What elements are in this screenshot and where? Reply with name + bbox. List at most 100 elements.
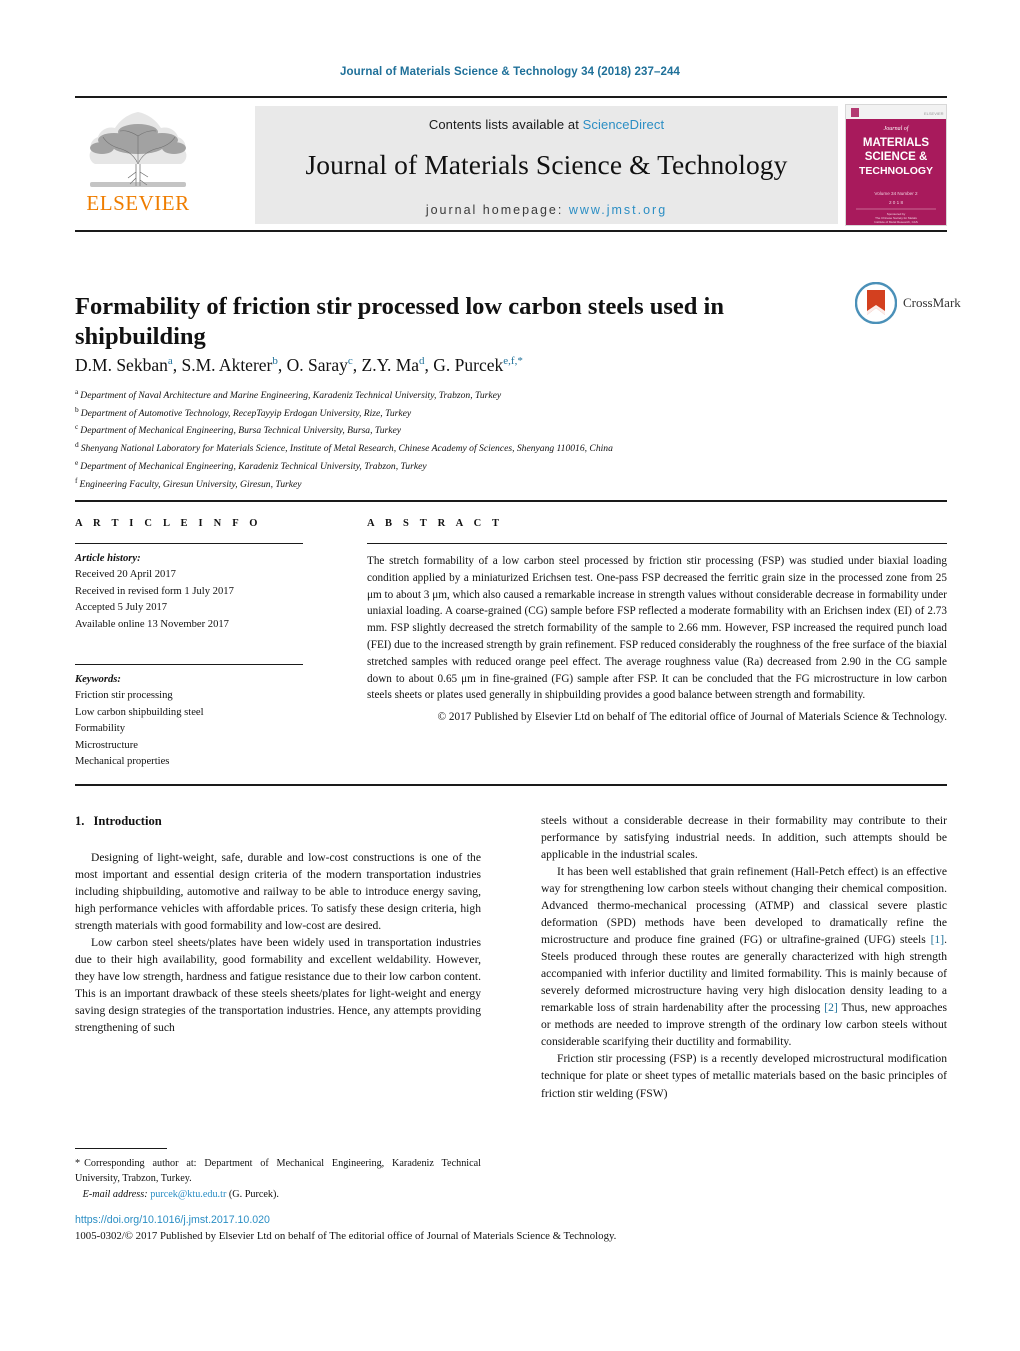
journal-cover-image: ELSEVIER Journal of MATERIALS SCIENCE & … (846, 105, 946, 225)
affiliation-mark: b (75, 404, 79, 414)
affiliation-item: f Engineering Faculty, Giresun University… (75, 475, 955, 493)
article-history-label: Article history: (75, 553, 141, 564)
keyword-item: Mechanical properties (75, 756, 170, 768)
page-title: Formability of friction stir processed l… (75, 293, 724, 351)
affiliation-mark: c (75, 422, 79, 432)
svg-text:TECHNOLOGY: TECHNOLOGY (859, 165, 933, 177)
citation-link[interactable]: [2] (824, 1001, 838, 1014)
contents-prefix: Contents lists available at (428, 117, 583, 132)
masthead-top-rule (75, 96, 947, 98)
affiliation-mark: a (75, 387, 79, 396)
article-info-column: A R T I C L E I N F O Article history: R… (75, 518, 325, 770)
affiliation-mark: e (75, 457, 79, 467)
affiliation-list: a Department of Naval Architecture and Ma… (75, 386, 955, 492)
contents-available-line: Contents lists available at ScienceDirec… (255, 106, 838, 132)
affiliation-text: Department of Mechanical Engineering, Bu… (80, 425, 402, 437)
homepage-prefix: journal homepage: (425, 203, 569, 217)
affiliation-text: Department of Mechanical Engineering, Ka… (80, 461, 427, 473)
corresponding-author-text: Corresponding author at: Department of M… (75, 1158, 481, 1185)
article-info-heading: A R T I C L E I N F O (75, 518, 262, 529)
running-head: Journal of Materials Science & Technolog… (340, 66, 680, 78)
abstract-column: A B S T R A C T The stretch formability … (367, 518, 947, 726)
section-heading: 1. Introduction (75, 812, 481, 831)
affiliation-mark: d (75, 440, 79, 450)
doi-link[interactable]: https://doi.org/10.1016/j.jmst.2017.10.0… (75, 1214, 270, 1226)
abstract-copyright: © 2017 Published by Elsevier Ltd on beha… (437, 711, 947, 724)
crossmark-label: CrossMark (903, 295, 961, 310)
elsevier-tree-icon (89, 112, 187, 187)
keyword-item: Low carbon shipbuilding steel (75, 706, 204, 718)
journal-homepage-line: journal homepage: www.jmst.org (255, 203, 838, 217)
article-page: Journal of Materials Science & Technolog… (0, 0, 1020, 1351)
keyword-item: Microstructure (75, 739, 138, 751)
history-item: Received in revised form 1 July 2017 (75, 585, 234, 597)
corresponding-author-note: * Corresponding author at: Department of … (75, 1156, 481, 1202)
paragraph-text: steels without a considerable decrease i… (541, 814, 947, 862)
section-title: Introduction (93, 814, 162, 828)
abstract-divider (367, 543, 947, 544)
svg-text:Volume 34 Number 2: Volume 34 Number 2 (874, 191, 918, 196)
svg-text:Institute of Metal Research, C: Institute of Metal Research, CAS (874, 220, 918, 224)
abstract-text: The stretch formability of a low carbon … (367, 555, 947, 702)
band-top-rule (75, 500, 947, 502)
svg-text:2 0 1 8: 2 0 1 8 (889, 200, 903, 205)
keywords-label: Keywords: (75, 674, 121, 686)
journal-title: Journal of Materials Science & Technolog… (305, 149, 788, 180)
paragraph-text: It has been well established that grain … (541, 865, 947, 947)
body-column-right: steels without a considerable decrease i… (541, 812, 947, 1102)
homepage-link[interactable]: www.jmst.org (569, 203, 667, 217)
affiliation-item: c Department of Mechanical Engineering, B… (75, 421, 955, 439)
affiliation-item: e Department of Mechanical Engineering, K… (75, 457, 955, 475)
citation-link[interactable]: [1] (931, 933, 945, 946)
body-paragraph: steels without a considerable decrease i… (541, 812, 947, 863)
affiliation-item: a Department of Naval Architecture and Ma… (75, 386, 955, 404)
footnote-rule (75, 1148, 167, 1149)
abstract-heading: A B S T R A C T (367, 518, 504, 529)
affiliation-text: Engineering Faculty, Giresun University,… (79, 478, 302, 490)
svg-text:ELSEVIER: ELSEVIER (924, 111, 944, 116)
crossmark-badge[interactable]: CrossMark (854, 281, 965, 328)
sciencedirect-link[interactable]: ScienceDirect (583, 117, 665, 132)
email-label: E-mail address: (82, 1188, 148, 1200)
journal-cover-thumbnail[interactable]: ELSEVIER Journal of MATERIALS SCIENCE & … (845, 104, 947, 226)
article-history-block: Article history: Received 20 April 2017 … (75, 551, 325, 633)
svg-text:SCIENCE &: SCIENCE & (865, 151, 928, 163)
history-item: Available online 13 November 2017 (75, 618, 229, 630)
affiliation-item: b Department of Automotive Technology, Re… (75, 404, 955, 422)
email-link[interactable]: purcek@ktu.edu.tr (150, 1189, 226, 1200)
email-line: E-mail address: purcek@ktu.edu.tr (G. Pu… (75, 1187, 481, 1202)
article-info-divider (75, 543, 303, 544)
band-bottom-rule (75, 784, 947, 786)
paragraph-text: Friction stir processing (FSP) is a rece… (541, 1052, 947, 1100)
affiliation-item: d Shenyang National Laboratory for Materi… (75, 439, 955, 457)
body-paragraph: Friction stir processing (FSP) is a rece… (541, 1050, 947, 1101)
elsevier-wordmark: ELSEVIER (86, 191, 190, 215)
masthead-bottom-rule (75, 230, 947, 232)
body-paragraph: It has been well established that grain … (541, 863, 947, 1050)
imprint-line: 1005-0302/© 2017 Published by Elsevier L… (75, 1230, 617, 1242)
masthead-center-box: Contents lists available at ScienceDirec… (255, 106, 838, 224)
svg-text:MATERIALS: MATERIALS (863, 137, 930, 149)
history-item: Received 20 April 2017 (75, 569, 176, 581)
svg-text:Journal of: Journal of (884, 125, 910, 132)
email-suffix: (G. Purcek). (228, 1188, 279, 1200)
affiliation-mark: f (75, 475, 78, 485)
affiliation-text: Department of Naval Architecture and Mar… (80, 390, 502, 402)
body-paragraph: Designing of light-weight, safe, durable… (75, 850, 481, 932)
affiliation-text: Department of Automotive Technology, Rec… (80, 407, 412, 419)
keyword-item: Formability (75, 723, 126, 735)
keywords-block: Keywords: Friction stir processing Low c… (75, 672, 325, 770)
author-list: D.M. Sekbana, S.M. Aktererb, O. Sarayc, … (75, 355, 523, 375)
body-paragraph: Low carbon steel sheets/plates have been… (75, 935, 481, 1034)
keyword-item: Friction stir processing (75, 690, 173, 702)
footnote-star: * (75, 1158, 81, 1169)
section-number: 1. (75, 814, 85, 828)
affiliation-text: Shenyang National Laboratory for Materia… (80, 443, 613, 455)
keywords-divider (75, 664, 303, 666)
journal-masthead: ELSEVIER Contents lists available at Sci… (75, 96, 947, 232)
elsevier-logo[interactable]: ELSEVIER (77, 106, 199, 226)
body-column-left: 1. Introduction Designing of light-weight… (75, 812, 481, 1036)
history-item: Accepted 5 July 2017 (75, 602, 168, 614)
crossmark-icon (854, 281, 898, 325)
